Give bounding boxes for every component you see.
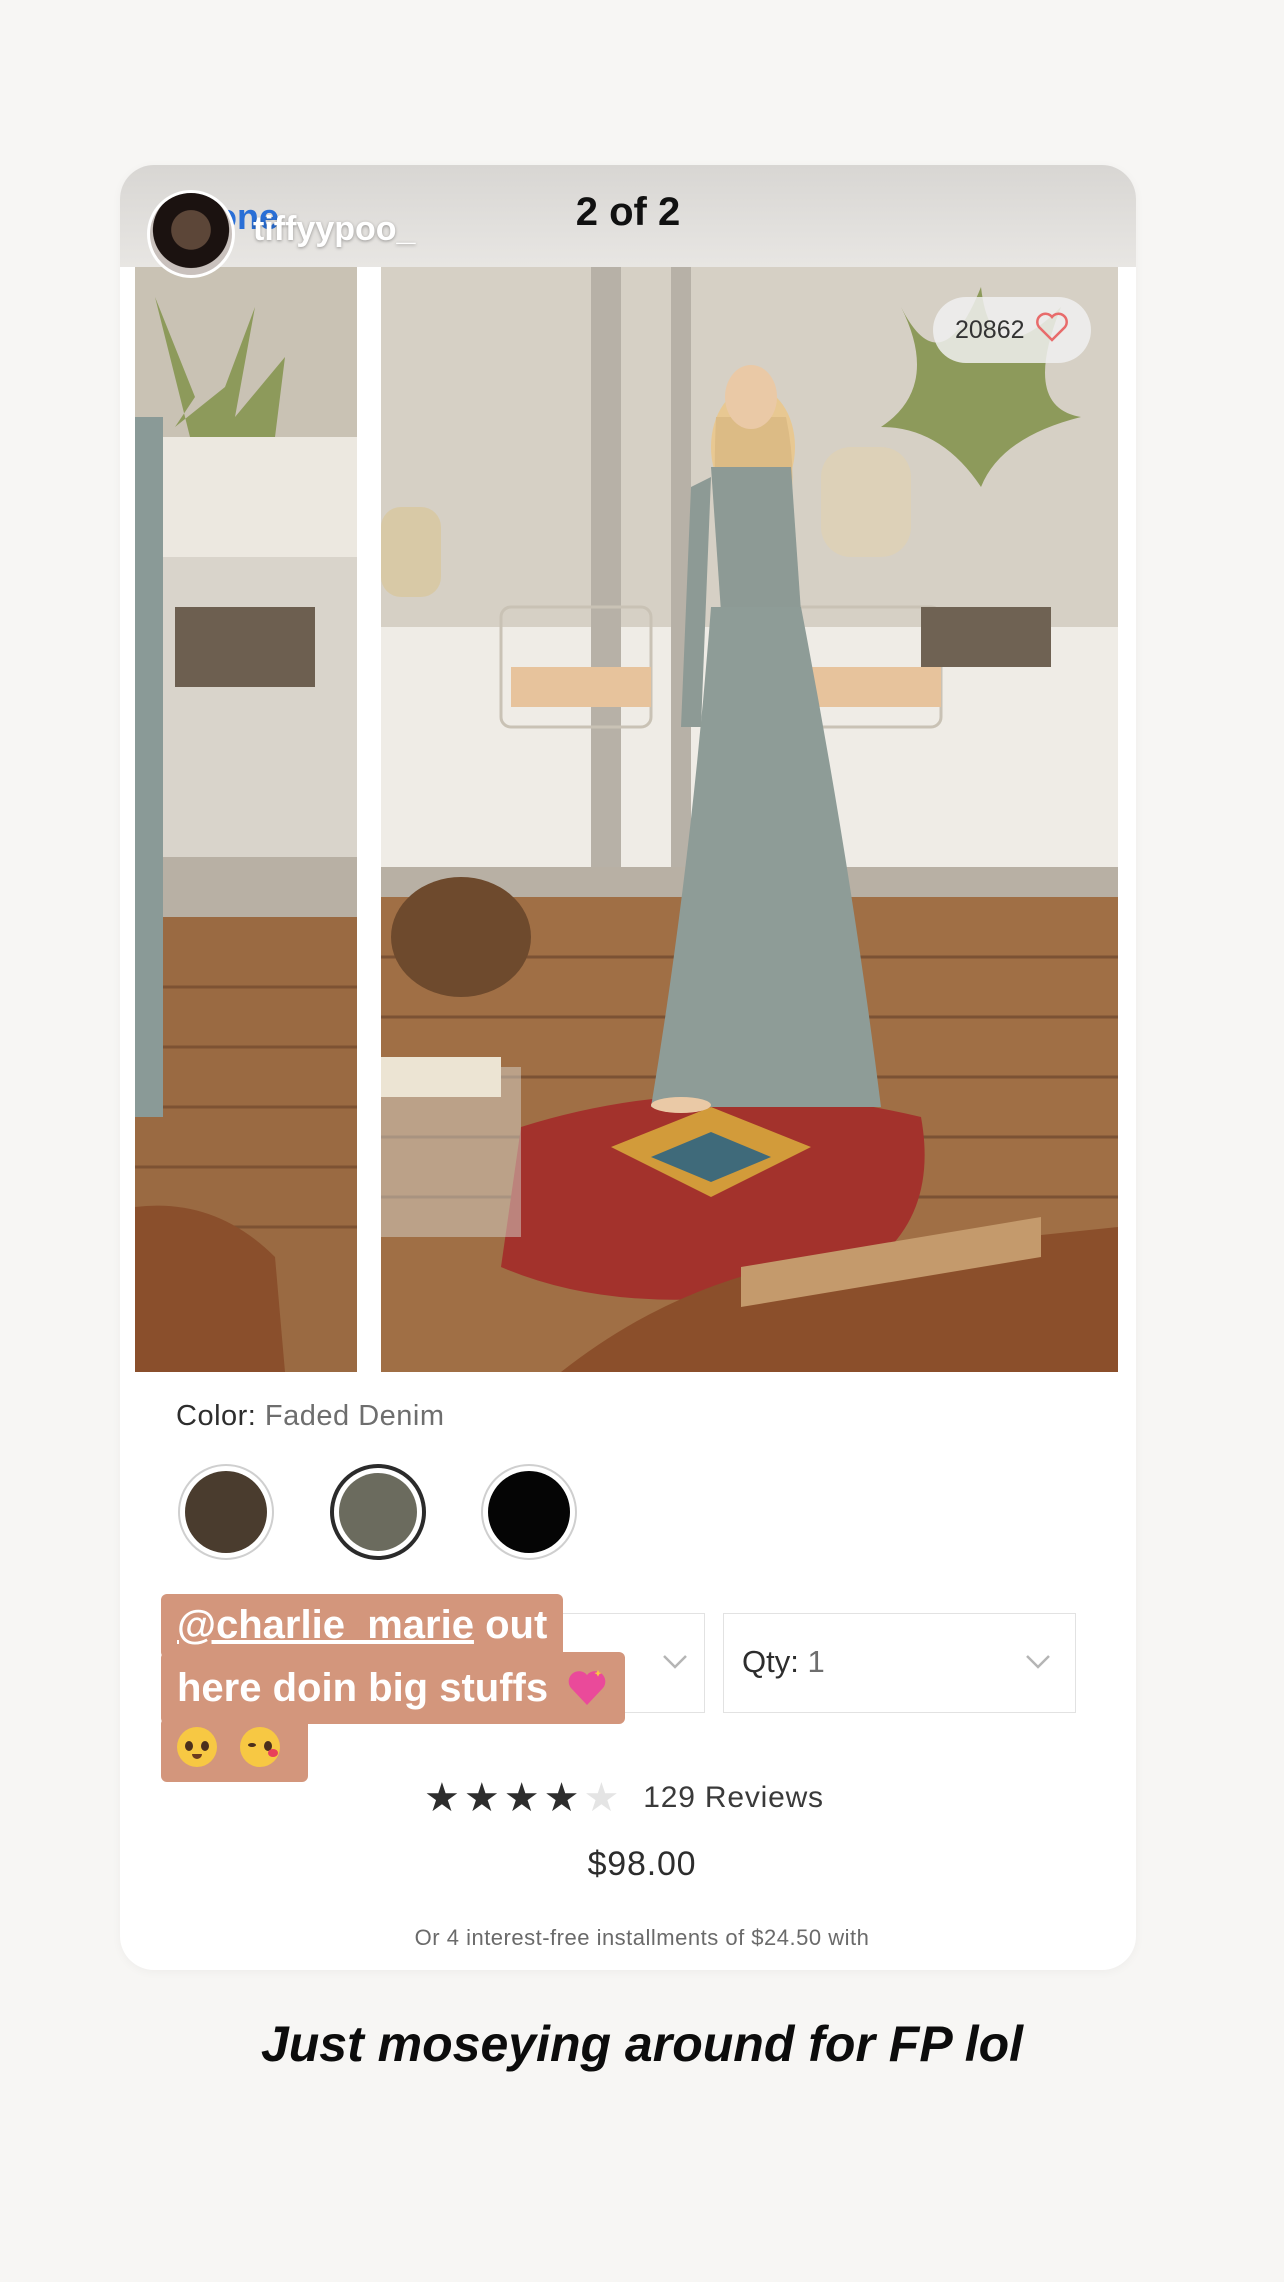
- sticker-text: out: [485, 1603, 548, 1647]
- like-counter[interactable]: 20862: [933, 297, 1091, 363]
- review-count[interactable]: 129 Reviews: [643, 1781, 824, 1815]
- swatch-fill: [185, 1471, 267, 1553]
- qty-text: Qty: 1: [742, 1644, 825, 1680]
- mention-link[interactable]: @charlie_marie: [177, 1603, 474, 1647]
- username[interactable]: tiffyypoo_: [253, 210, 415, 249]
- photo-divider: [357, 267, 381, 1372]
- product-photo: [381, 267, 1118, 1372]
- color-row: Color: Faded Denim: [176, 1400, 445, 1433]
- qty-select[interactable]: Qty: 1: [723, 1613, 1076, 1713]
- product-photo-previous: [135, 267, 357, 1372]
- text-sticker-line-3[interactable]: [161, 1718, 309, 1782]
- emoji-eye: [185, 1741, 193, 1751]
- kissing-face-emoji: [240, 1727, 281, 1767]
- avatar[interactable]: [147, 190, 235, 278]
- story-caption: Just moseying around for FP lol: [260, 2016, 1024, 2072]
- qty-label: Qty:: [742, 1644, 799, 1679]
- star-icon: ★: [543, 1776, 580, 1820]
- swatch-faded-denim-selected[interactable]: [330, 1464, 426, 1560]
- chevron-down-icon: [1026, 1655, 1050, 1669]
- swatch-fill: [488, 1471, 570, 1553]
- sticker-text: here doin big stuffs: [177, 1666, 549, 1710]
- star-icon: ★: [424, 1776, 460, 1820]
- star-icon: ★: [583, 1776, 620, 1820]
- emoji-eye: [201, 1741, 209, 1751]
- price: $98.00: [587, 1845, 697, 1883]
- installments-text: Or 4 interest-free installments of $24.5…: [414, 1925, 870, 1950]
- sparkling-heart-emoji: [568, 1670, 606, 1705]
- color-value: Faded Denim: [264, 1400, 445, 1432]
- star-icon: ★: [503, 1776, 540, 1820]
- star-icon: ★: [463, 1776, 500, 1820]
- color-label: Color:: [176, 1400, 257, 1432]
- swatch-black[interactable]: [481, 1464, 577, 1560]
- qty-value: 1: [807, 1644, 825, 1679]
- text-sticker-line-1[interactable]: @charlie_marie out: [161, 1594, 564, 1658]
- chevron-down-icon: [663, 1655, 687, 1669]
- heart-icon[interactable]: [1035, 312, 1069, 349]
- swatch-fill: [339, 1473, 417, 1551]
- like-count: 20862: [955, 315, 1025, 344]
- text-sticker-line-2[interactable]: here doin big stuffs: [161, 1652, 626, 1724]
- emoji-mouth: [192, 1754, 202, 1759]
- emoji-eye: [248, 1743, 257, 1747]
- swatch-brown[interactable]: [178, 1464, 274, 1560]
- rating-row[interactable]: ★ ★ ★ ★ ★ 129 Reviews: [424, 1778, 824, 1818]
- pleading-face-emoji: [177, 1727, 217, 1767]
- emoji-kiss-heart: [268, 1749, 279, 1757]
